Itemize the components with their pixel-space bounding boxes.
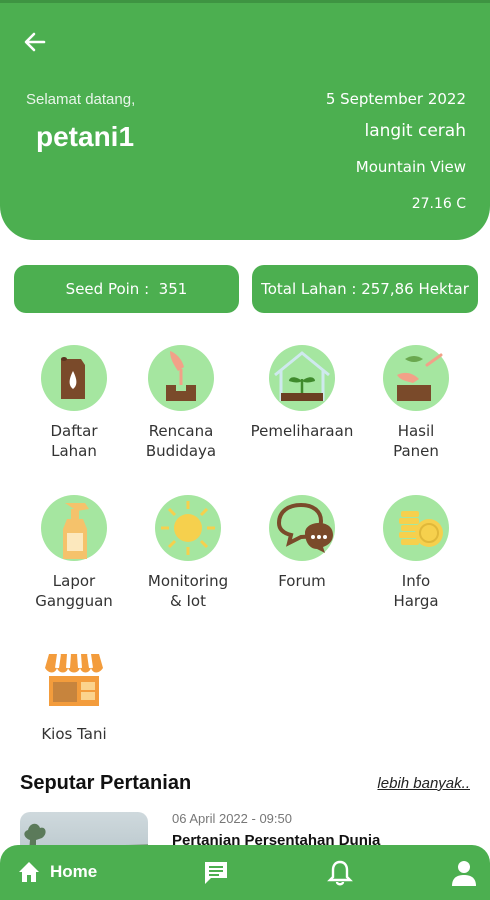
menu-label-line1: Hasil bbox=[397, 422, 435, 440]
header: Selamat datang, petani1 5 September 2022… bbox=[0, 0, 490, 240]
profile-icon[interactable] bbox=[450, 859, 478, 887]
menu-forum[interactable]: Forum bbox=[242, 495, 362, 591]
bottom-nav: Home bbox=[0, 845, 490, 900]
menu-label-line1: Daftar bbox=[50, 422, 98, 440]
menu-daftar-lahan[interactable]: Daftar Lahan bbox=[14, 345, 134, 461]
menu-label-line2: Harga bbox=[393, 592, 439, 610]
harvest-icon bbox=[383, 345, 449, 411]
menu-monitoring-iot[interactable]: Monitoring & Iot bbox=[128, 495, 248, 611]
nav-home-label: Home bbox=[50, 862, 98, 881]
nav-home[interactable]: Home bbox=[16, 859, 97, 885]
location-text: Mountain View bbox=[355, 158, 466, 176]
more-link[interactable]: lebih banyak.. bbox=[377, 775, 470, 792]
menu-label-line1: Lapor bbox=[52, 572, 96, 590]
planting-hand-icon bbox=[148, 345, 214, 411]
weather-text: langit cerah bbox=[364, 121, 467, 141]
menu-label-line2: Gangguan bbox=[35, 592, 113, 610]
menu-rencana-budidaya[interactable]: Rencana Budidaya bbox=[121, 345, 241, 461]
menu-label-line1: Monitoring bbox=[147, 572, 229, 590]
store-icon bbox=[41, 648, 107, 714]
coins-icon bbox=[383, 495, 449, 561]
welcome-text: Selamat datang, bbox=[26, 91, 136, 108]
bell-icon[interactable] bbox=[326, 859, 354, 887]
news-date: 06 April 2022 - 09:50 bbox=[172, 811, 292, 826]
menu-kios-tani[interactable]: Kios Tani bbox=[14, 648, 134, 744]
date-text: 5 September 2022 bbox=[325, 90, 466, 108]
menu-label-line2: & Iot bbox=[170, 592, 206, 610]
seed-poin-badge[interactable]: Seed Poin : 351 bbox=[14, 265, 239, 313]
section-title: Seputar Pertanian bbox=[20, 772, 192, 794]
total-lahan-label: Total Lahan : 257,86 Hektar bbox=[261, 280, 469, 298]
greenhouse-icon bbox=[269, 345, 335, 411]
menu-lapor-gangguan[interactable]: Lapor Gangguan bbox=[14, 495, 134, 611]
seed-poin-label: Seed Poin : bbox=[65, 280, 150, 298]
menu-label-line1: Info bbox=[401, 572, 431, 590]
back-arrow-icon[interactable] bbox=[20, 27, 50, 57]
temperature-text: 27.16 C bbox=[411, 196, 466, 212]
menu-label-line2: Budidaya bbox=[145, 442, 217, 460]
menu-label-line1: Forum bbox=[278, 572, 326, 590]
menu-label-line1: Pemeliharaan bbox=[250, 422, 354, 440]
username: petani1 bbox=[36, 121, 135, 152]
soil-bag-icon bbox=[41, 345, 107, 411]
menu-label-line2: Lahan bbox=[51, 442, 97, 460]
chat-nav-icon[interactable] bbox=[202, 859, 230, 887]
menu-info-harga[interactable]: Info Harga bbox=[356, 495, 476, 611]
menu-label-line1: Rencana bbox=[148, 422, 214, 440]
spray-bottle-icon bbox=[41, 495, 107, 561]
menu-label-line2: Panen bbox=[393, 442, 439, 460]
seed-poin-value: 351 bbox=[158, 280, 188, 298]
home-icon bbox=[19, 862, 39, 882]
menu-label-line1: Kios Tani bbox=[41, 725, 107, 743]
menu-hasil-panen[interactable]: Hasil Panen bbox=[356, 345, 476, 461]
sun-icon bbox=[155, 495, 221, 561]
menu-pemeliharaan[interactable]: Pemeliharaan bbox=[242, 345, 362, 441]
total-lahan-badge[interactable]: Total Lahan : 257,86 Hektar bbox=[252, 265, 478, 313]
chat-icon bbox=[269, 495, 335, 561]
